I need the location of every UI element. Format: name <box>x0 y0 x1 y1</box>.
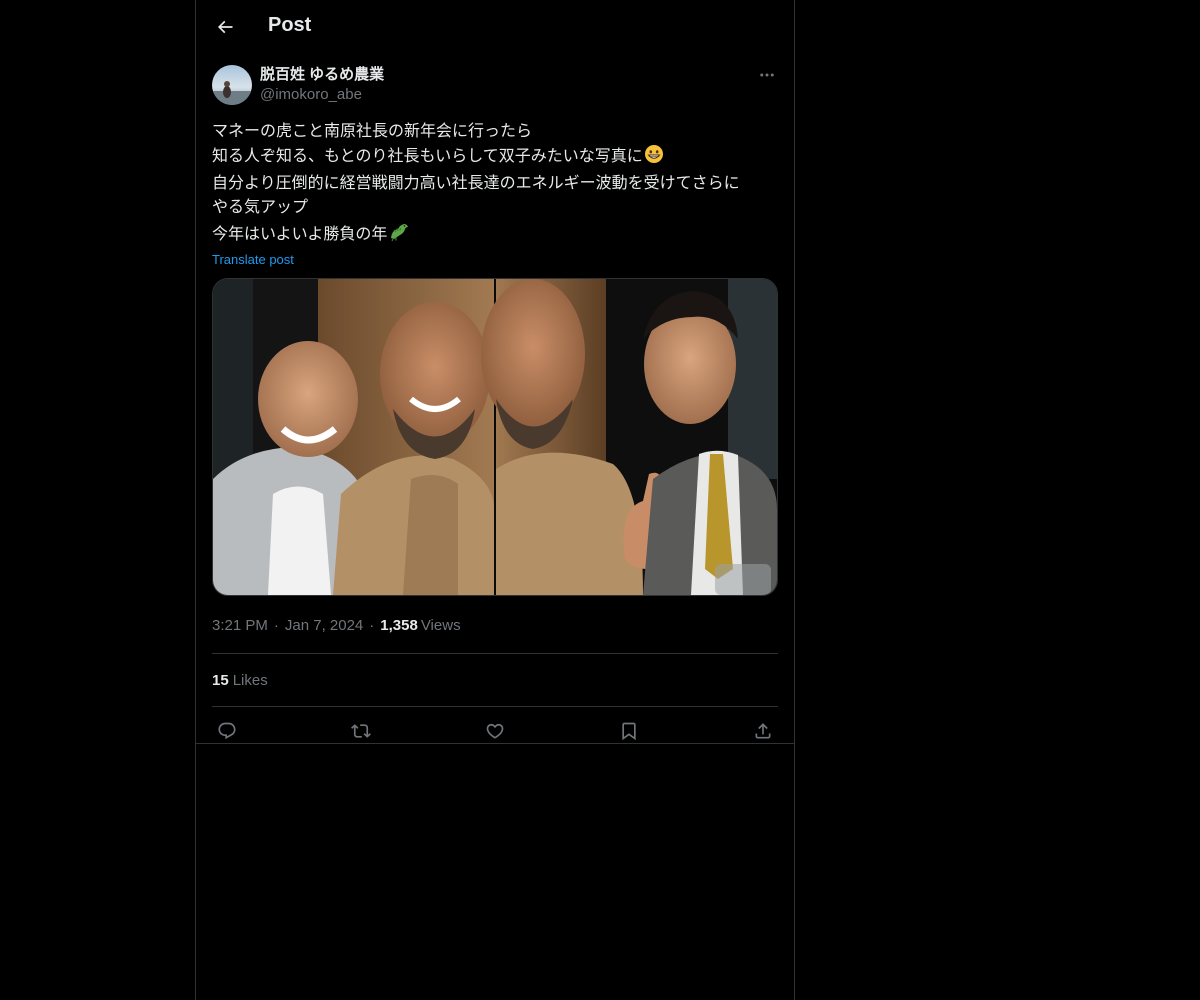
reply-button[interactable] <box>216 720 238 742</box>
page-title: Post <box>268 14 312 36</box>
primary-column: Post 脱百姓 ゆるめ農業 @imokoro_abe マネーの虎こと南原社長の… <box>195 0 795 1000</box>
author-row: 脱百姓 ゆるめ農業 @imokoro_abe <box>212 64 778 108</box>
post-text-line: 今年はいよいよ勝負の年 <box>212 220 778 250</box>
author-handle[interactable]: @imokoro_abe <box>260 85 384 105</box>
views-count: 1,358 <box>380 616 418 634</box>
likes-label: Likes <box>232 671 268 689</box>
avatar[interactable] <box>212 65 252 105</box>
post-date[interactable]: Jan 7, 2024 <box>285 617 363 634</box>
dragon-emoji-icon <box>388 220 410 250</box>
grinning-face-emoji-icon <box>644 144 664 172</box>
reply-icon <box>218 722 236 739</box>
post-text-line: マネーの虎こと南原社長の新年会に行ったら <box>212 123 533 140</box>
likes-stat[interactable]: 15 Likes <box>212 654 778 706</box>
photo-collage-icon <box>213 279 777 595</box>
post-meta: 3:21 PM · Jan 7, 2024 · 1,358 Views <box>212 614 778 636</box>
post-time[interactable]: 3:21 PM <box>212 617 268 634</box>
post-actions <box>212 707 778 754</box>
arrow-left-icon <box>217 20 233 34</box>
avatar-image <box>212 65 252 105</box>
views-label: Views <box>420 616 461 634</box>
back-button[interactable] <box>208 10 242 44</box>
post-text-line: やる気アップ <box>212 199 309 216</box>
share-icon <box>755 722 771 738</box>
bookmark-icon <box>622 722 636 740</box>
repost-button[interactable] <box>350 720 372 742</box>
more-options-button[interactable] <box>756 64 778 86</box>
author-names: 脱百姓 ゆるめ農業 @imokoro_abe <box>260 65 384 105</box>
post-text-line: 自分より圧倒的に経営戦闘力高い社長達のエネルギー波動を受けてさらに <box>212 175 740 192</box>
divider <box>196 743 794 744</box>
author-display-name[interactable]: 脱百姓 ゆるめ農業 <box>260 65 384 85</box>
likes-count: 15 <box>212 671 229 689</box>
post-text: マネーの虎こと南原社長の新年会に行ったら 知る人ぞ知る、もとのり社長もいらして双… <box>212 120 778 250</box>
post-header: Post <box>196 0 794 53</box>
heart-icon <box>486 723 504 739</box>
translate-post-link[interactable]: Translate post <box>212 252 294 267</box>
meta-separator: · <box>273 616 279 634</box>
post-article: 脱百姓 ゆるめ農業 @imokoro_abe マネーの虎こと南原社長の新年会に行… <box>212 64 778 754</box>
repost-icon <box>351 723 371 738</box>
post-text-line: 知る人ぞ知る、もとのり社長もいらして双子みたいな写真に <box>212 144 778 172</box>
meta-separator: · <box>369 616 375 634</box>
bookmark-button[interactable] <box>618 720 640 742</box>
share-button[interactable] <box>752 720 774 742</box>
more-horizontal-icon <box>760 73 774 77</box>
like-button[interactable] <box>484 720 506 742</box>
post-media[interactable] <box>212 278 778 596</box>
